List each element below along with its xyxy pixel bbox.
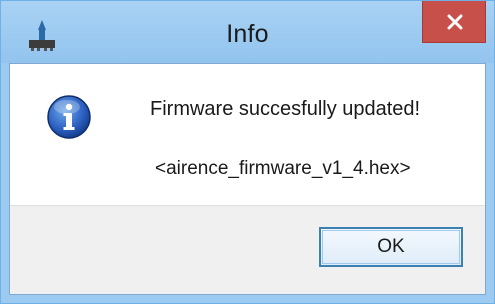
status-message: Firmware succesfully updated! <box>150 98 421 120</box>
ok-button[interactable]: OK <box>319 227 463 267</box>
window-title: Info <box>226 20 269 48</box>
dialog-body: Firmware succesfully updated! <airence_f… <box>9 63 486 295</box>
button-bar: OK <box>10 205 485 294</box>
close-icon <box>447 14 463 30</box>
title-bar[interactable]: Info <box>1 1 494 63</box>
firmware-filename: <airence_firmware_v1_4.hex> <box>155 158 411 179</box>
dialog-window: Info Firmware succesfully updated! <aire… <box>0 0 495 304</box>
close-button[interactable] <box>422 1 486 43</box>
info-icon <box>46 94 92 140</box>
